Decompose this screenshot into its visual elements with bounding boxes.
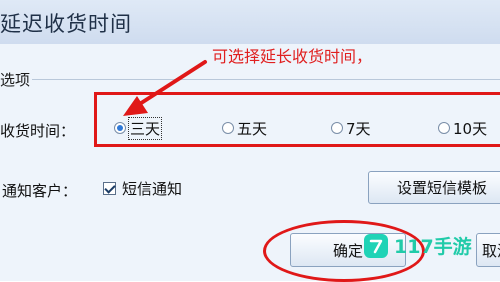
title-bar: 延迟收货时间 xyxy=(0,0,500,44)
watermark-logo-icon xyxy=(364,233,388,258)
window-title: 延迟收货时间 xyxy=(0,12,132,36)
highlight-box xyxy=(94,92,500,147)
annotation-text: 可选择延长收货时间， xyxy=(212,47,373,66)
sms-notify-checkbox[interactable]: 短信通知 xyxy=(103,178,182,198)
options-group-label: 选项 xyxy=(0,71,31,89)
checkbox-checked-icon xyxy=(103,181,116,195)
cancel-button[interactable]: 取消 xyxy=(476,233,500,267)
sms-notify-label: 短信通知 xyxy=(122,179,183,198)
group-divider xyxy=(32,79,500,80)
watermark: 117手游 xyxy=(364,232,472,259)
notify-customer-label: 通知客户： xyxy=(2,182,78,200)
set-sms-template-button[interactable]: 设置短信模板 xyxy=(368,171,500,204)
delay-receipt-dialog: 延迟收货时间 可选择延长收货时间， 选项 收货时间： 三天 五天 7天 10天 … xyxy=(0,0,500,282)
watermark-text: 117手游 xyxy=(394,236,472,258)
delivery-time-label: 收货时间： xyxy=(0,122,76,140)
